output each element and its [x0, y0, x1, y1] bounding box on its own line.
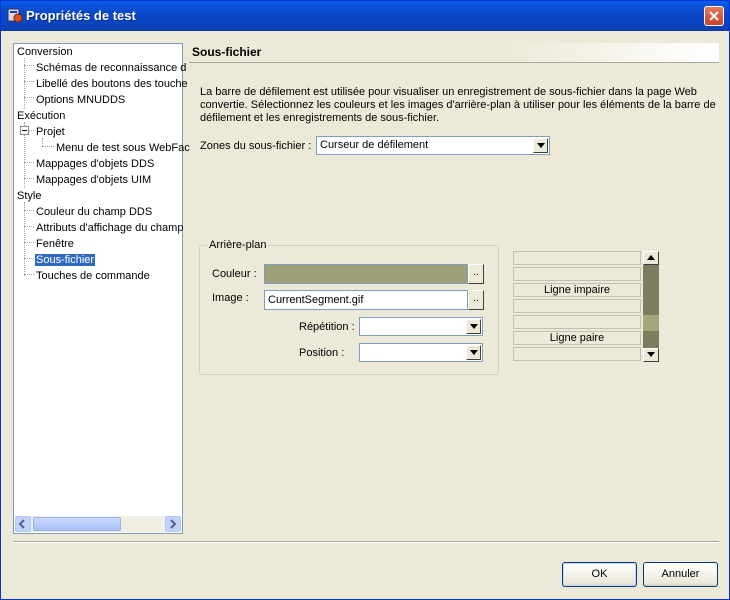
tree-item-style[interactable]: Style — [17, 189, 41, 203]
preview-row — [513, 315, 641, 329]
tree-item-dds-object-mappings[interactable]: Mappages d'objets DDS — [36, 157, 154, 171]
zones-dropdown-button[interactable] — [533, 138, 548, 153]
tree-item-field-display-attributes[interactable]: Attributs d'affichage du champ — [36, 221, 183, 235]
settings-tree[interactable]: Conversion Schémas de reconnaissance d L… — [13, 43, 190, 534]
zones-label: Zones du sous-fichier : — [200, 140, 312, 152]
cancel-button[interactable]: Annuler — [643, 562, 718, 587]
image-field-value: CurrentSegment.gif — [268, 294, 364, 306]
preview-scroll-up — [643, 251, 659, 265]
subfile-preview: Ligne impaire Ligne paire — [513, 251, 659, 362]
preview-odd-row: Ligne impaire — [513, 283, 641, 297]
properties-dialog: Propriétés de test Conversion Schémas de… — [0, 0, 730, 600]
color-swatch[interactable] — [264, 264, 468, 284]
position-label: Position : — [299, 347, 345, 359]
tree-item-project[interactable]: Projet — [36, 125, 65, 139]
repeat-dropdown-button[interactable] — [466, 319, 481, 334]
chevron-down-icon — [647, 352, 655, 357]
chevron-down-icon — [470, 324, 478, 329]
tree-item-uim-object-mappings[interactable]: Mappages d'objets UIM — [36, 173, 151, 187]
preview-row — [513, 251, 641, 265]
chevron-up-icon — [647, 255, 655, 260]
panel-title: Sous-fichier — [189, 43, 719, 63]
position-select[interactable] — [359, 343, 483, 362]
tree-item-window[interactable]: Fenêtre — [36, 237, 74, 251]
scroll-left-button[interactable] — [15, 516, 31, 532]
app-icon — [7, 8, 23, 23]
position-dropdown-button[interactable] — [466, 345, 481, 360]
color-label: Couleur : — [212, 268, 257, 280]
repeat-label: Répétition : — [299, 321, 355, 333]
tree-item-mnudds-options[interactable]: Options MNUDDS — [36, 93, 125, 107]
preview-even-row: Ligne paire — [513, 331, 641, 345]
chevron-right-icon — [170, 519, 177, 529]
chevron-left-icon — [18, 519, 25, 529]
tree-item-subfile[interactable]: Sous-fichier — [35, 253, 96, 267]
image-label: Image : — [212, 292, 249, 304]
close-icon — [709, 11, 719, 21]
zones-select[interactable]: Curseur de défilement — [316, 136, 550, 155]
tree-item-recognition-schemas[interactable]: Schémas de reconnaissance d — [36, 61, 186, 75]
ok-button[interactable]: OK — [562, 562, 637, 587]
tree-item-execution[interactable]: Exécution — [17, 109, 65, 123]
preview-scroll-down — [643, 348, 659, 362]
close-button[interactable] — [704, 6, 724, 26]
tree-horizontal-scrollbar[interactable] — [15, 516, 181, 532]
tree-item-test-menu[interactable]: Menu de test sous WebFac — [56, 141, 190, 155]
panel-description: La barre de défilement est utilisée pour… — [200, 86, 716, 124]
window-title: Propriétés de test — [26, 8, 136, 23]
preview-row — [513, 347, 641, 361]
tree-item-key-button-labels[interactable]: Libellé des boutons des touche — [36, 77, 188, 91]
color-browse-button[interactable]: .. — [468, 264, 484, 284]
chevron-down-icon — [537, 143, 545, 148]
preview-row — [513, 267, 641, 281]
image-field[interactable]: CurrentSegment.gif — [264, 290, 468, 310]
tree-item-dds-field-color[interactable]: Couleur du champ DDS — [36, 205, 152, 219]
preview-scrollbar — [643, 251, 659, 362]
preview-scroll-thumb — [643, 315, 659, 331]
background-group-title: Arrière-plan — [207, 239, 269, 251]
tree-item-command-keys[interactable]: Touches de commande — [36, 269, 150, 283]
repeat-select[interactable] — [359, 317, 483, 336]
footer-separator — [13, 541, 719, 543]
chevron-down-icon — [470, 350, 478, 355]
scroll-thumb[interactable] — [33, 517, 121, 531]
preview-row — [513, 299, 641, 313]
title-bar[interactable]: Propriétés de test — [1, 1, 729, 31]
image-browse-button[interactable]: .. — [468, 290, 484, 310]
zones-select-value: Curseur de défilement — [320, 139, 429, 151]
scroll-right-button[interactable] — [165, 516, 181, 532]
tree-item-conversion[interactable]: Conversion — [17, 45, 73, 59]
collapse-icon[interactable] — [20, 126, 29, 135]
